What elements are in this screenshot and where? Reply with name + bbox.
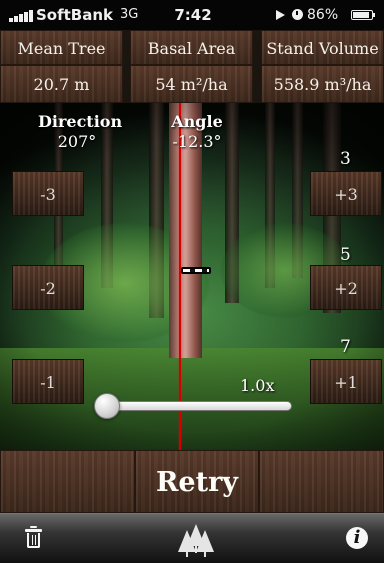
- stand-volume-header: Stand Volume: [261, 30, 384, 65]
- scale-label-3: 3: [340, 149, 351, 169]
- angle-label: Angle: [171, 112, 223, 131]
- trash-icon[interactable]: [25, 526, 42, 548]
- stand-volume-value: 558.9 m³/ha: [261, 65, 384, 103]
- center-line: [179, 103, 181, 450]
- scale-label-7: 7: [340, 337, 351, 357]
- battery-percentage: 86%: [307, 7, 339, 23]
- minus-2-button[interactable]: -2: [12, 265, 84, 310]
- minus-1-button[interactable]: -1: [12, 359, 84, 404]
- zoom-level-label: 1.0x: [240, 376, 275, 395]
- retry-button[interactable]: Retry: [135, 450, 259, 513]
- bottom-bar-left: [0, 450, 135, 513]
- bottom-toolbar: i: [0, 513, 384, 563]
- camera-view: Direction 207° Angle -12.3° 3 5 7 -3 -2 …: [0, 103, 384, 450]
- plus-3-button[interactable]: +3: [310, 171, 382, 216]
- target-marker: [181, 267, 211, 274]
- direction-label: Direction: [38, 112, 123, 131]
- plus-1-button[interactable]: +1: [310, 359, 382, 404]
- angle-value: -12.3°: [172, 132, 222, 151]
- network-type: 3G: [120, 7, 139, 22]
- trash-lid: [25, 526, 42, 532]
- basal-area-value: 54 m²/ha: [130, 65, 253, 103]
- zoom-slider-thumb[interactable]: [94, 393, 120, 419]
- tree-trunk: [204, 549, 206, 557]
- plus-2-button[interactable]: +2: [310, 265, 382, 310]
- minus-3-button[interactable]: -3: [12, 171, 84, 216]
- status-bar: SoftBank 3G 7:42 86%: [0, 0, 384, 30]
- direction-value: 207°: [57, 132, 97, 151]
- basal-area-header: Basal Area: [130, 30, 253, 65]
- mean-tree-value: 20.7 m: [0, 65, 123, 103]
- zoom-slider[interactable]: [94, 393, 292, 419]
- bottom-bar-right: [259, 450, 384, 513]
- battery-icon: [351, 10, 375, 20]
- trees-icon[interactable]: [178, 522, 214, 557]
- play-icon: [276, 10, 285, 20]
- carrier-name: SoftBank: [36, 6, 114, 24]
- info-icon[interactable]: i: [346, 527, 368, 549]
- app-screen: SoftBank 3G 7:42 86% Mean Tree Basal Are…: [0, 0, 384, 563]
- signal-strength-icon: [9, 10, 35, 22]
- scale-label-5: 5: [340, 245, 351, 265]
- tree-trunk: [195, 545, 197, 553]
- status-time: 7:42: [174, 6, 212, 24]
- trash-body: [27, 533, 40, 548]
- mean-tree-header: Mean Tree: [0, 30, 123, 65]
- tree-trunk: [186, 549, 188, 557]
- alarm-icon: [292, 9, 303, 20]
